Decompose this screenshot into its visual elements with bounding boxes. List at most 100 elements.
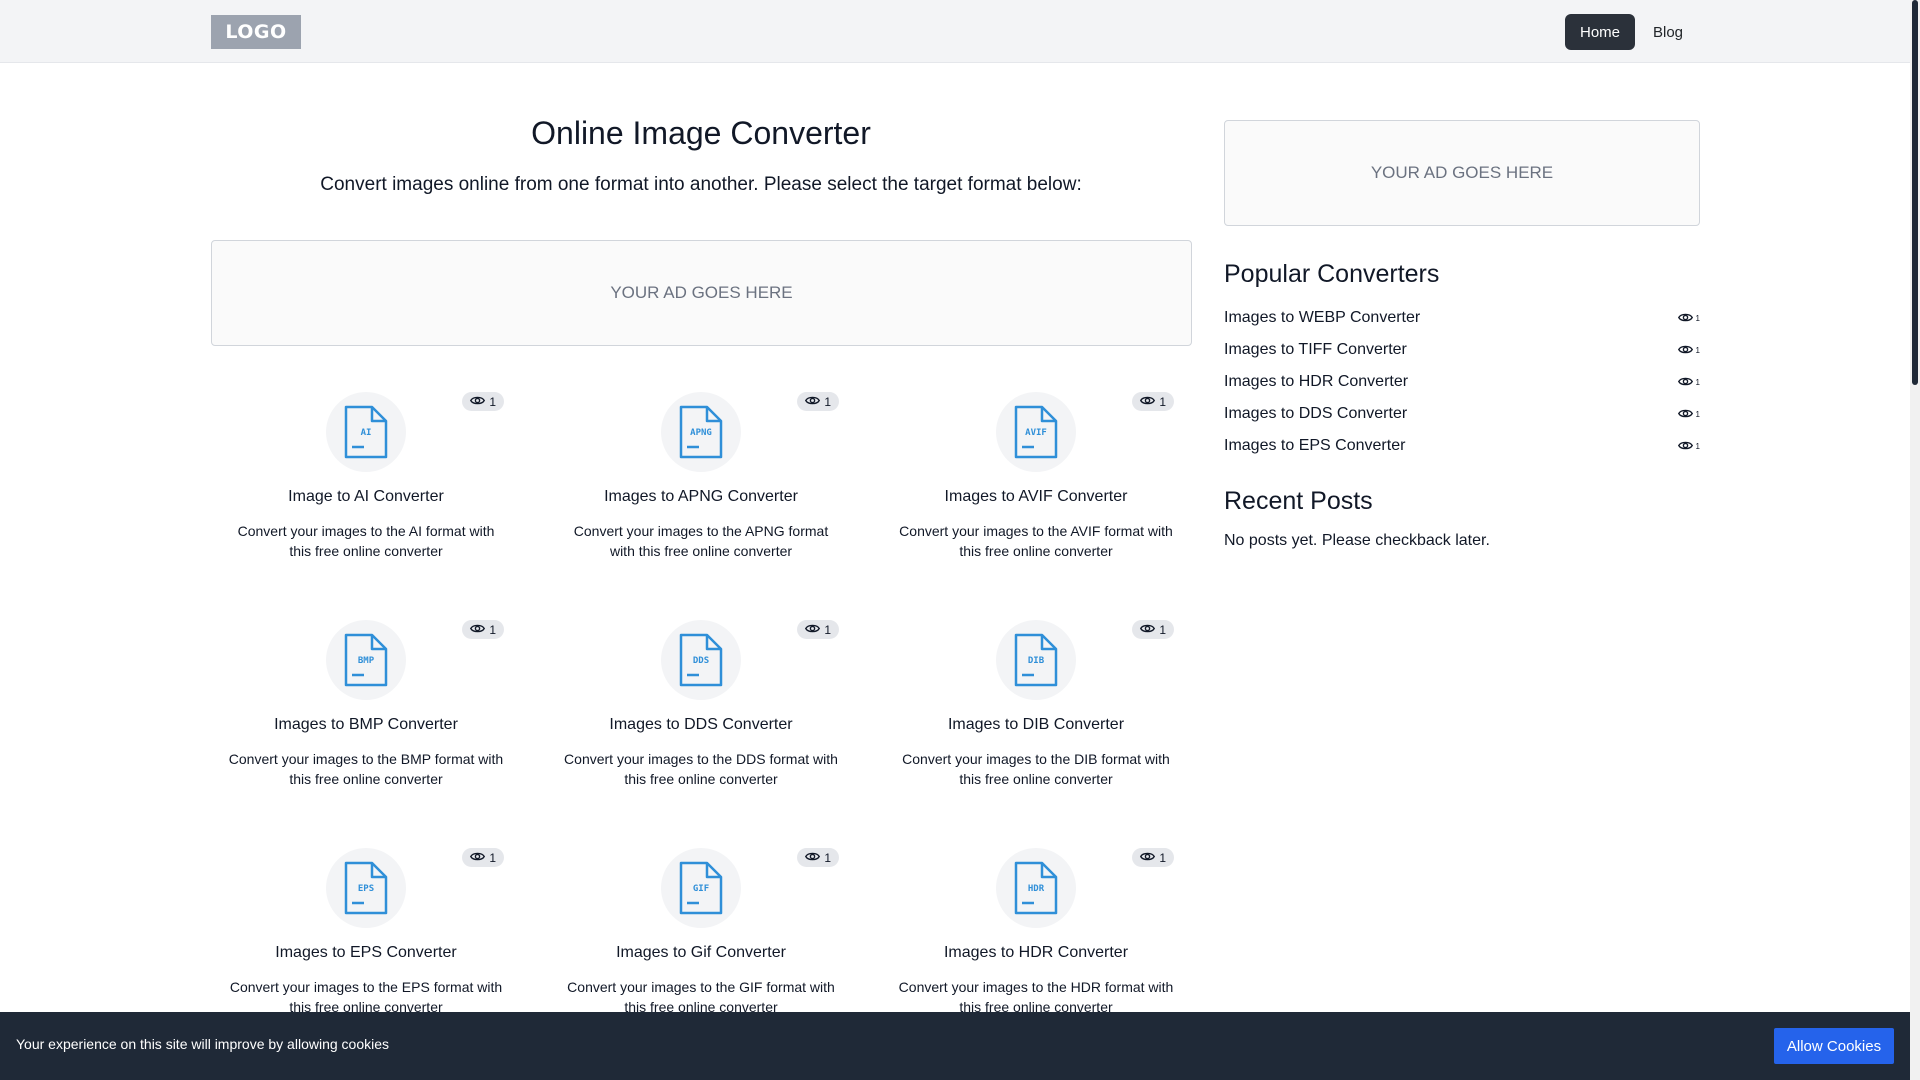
converter-title[interactable]: Images to DIB Converter	[876, 716, 1196, 734]
ad-banner-sidebar[interactable]: YOUR AD GOES HERE	[1224, 120, 1700, 226]
view-count-badge: 1	[1132, 392, 1174, 411]
converter-card[interactable]: 1 DDS Images to DDS Converter Convert your …	[541, 614, 861, 814]
view-count: 1	[1695, 345, 1700, 355]
view-count: 1	[1159, 850, 1166, 865]
view-count: 1	[1159, 622, 1166, 637]
page-scrollbar-thumb[interactable]	[1912, 0, 1918, 385]
eye-icon	[470, 851, 486, 865]
cookie-message: Your experience on this site will improv…	[16, 1036, 390, 1052]
converter-description: Convert your images to the HDR format wi…	[898, 979, 1174, 1015]
popular-converter-item[interactable]: Images to EPS Converter 1	[1224, 430, 1700, 462]
site-logo[interactable]: LOGO	[211, 15, 301, 49]
view-count-badge: 1	[462, 392, 504, 411]
file-format-icon: BMP	[326, 620, 406, 700]
nav-home-button[interactable]: Home	[1565, 14, 1635, 50]
svg-text:BMP: BMP	[358, 656, 375, 666]
converter-title[interactable]: Images to APNG Converter	[541, 488, 861, 506]
file-format-icon: HDR	[996, 848, 1076, 928]
page-title: Online Image Converter	[531, 115, 871, 151]
popular-converter-item[interactable]: Images to DDS Converter 1	[1224, 398, 1700, 430]
converter-title[interactable]: Images to DDS Converter	[541, 716, 861, 734]
ad-banner-main[interactable]: YOUR AD GOES HERE	[211, 240, 1192, 346]
view-count: 1	[1695, 409, 1700, 419]
popular-converter-item[interactable]: Images to TIFF Converter 1	[1224, 334, 1700, 366]
eye-icon	[805, 623, 821, 637]
svg-text:AI: AI	[361, 428, 372, 438]
nav-blog-link[interactable]: Blog	[1640, 14, 1696, 50]
view-count: 1	[1695, 441, 1700, 451]
converter-description: Convert your images to the GIF format wi…	[567, 979, 835, 1015]
converter-description: Convert your images to the DIB format wi…	[902, 751, 1170, 787]
converter-card[interactable]: 1 AVIF Images to AVIF Converter Convert you…	[876, 386, 1196, 586]
converter-title[interactable]: Images to HDR Converter	[876, 944, 1196, 962]
converter-title[interactable]: Images to Gif Converter	[541, 944, 861, 962]
converter-description: Convert your images to the AVIF format w…	[899, 523, 1173, 559]
cookie-consent-bar: Your experience on this site will improv…	[0, 1012, 1910, 1080]
popular-converter-item[interactable]: Images to HDR Converter 1	[1224, 366, 1700, 398]
top-navbar: LOGO Home Blog	[0, 0, 1910, 63]
view-count: 1	[489, 622, 496, 637]
view-count: 1	[1159, 394, 1166, 409]
eye-icon	[1677, 408, 1693, 421]
eye-icon	[1140, 395, 1156, 409]
converter-title[interactable]: Images to BMP Converter	[206, 716, 526, 734]
view-count: 1	[824, 394, 831, 409]
svg-text:EPS: EPS	[358, 884, 374, 894]
popular-converters-list: Images to WEBP Converter 1 Images to TIFF …	[1224, 302, 1700, 462]
converter-title[interactable]: Images to AVIF Converter	[876, 488, 1196, 506]
eye-icon	[1140, 623, 1156, 637]
view-count: 1	[1695, 377, 1700, 387]
file-format-icon: DDS	[661, 620, 741, 700]
eye-icon	[1677, 312, 1693, 325]
popular-view-count: 1	[1677, 440, 1700, 453]
converter-description: Convert your images to the AI format wit…	[237, 523, 495, 559]
converter-description: Convert your images to the DDS format wi…	[564, 751, 838, 787]
view-count-badge: 1	[462, 620, 504, 639]
popular-converter-item[interactable]: Images to WEBP Converter 1	[1224, 302, 1700, 334]
page-subtitle: Convert images online from one format in…	[320, 174, 1082, 195]
eye-icon	[470, 623, 486, 637]
svg-text:GIF: GIF	[693, 884, 709, 894]
converter-card[interactable]: 1 AI Image to AI Converter Convert your ima…	[206, 386, 526, 586]
view-count-badge: 1	[1132, 620, 1174, 639]
svg-text:HDR: HDR	[1028, 884, 1045, 894]
svg-text:AVIF: AVIF	[1025, 428, 1047, 438]
popular-converters-heading: Popular Converters	[1224, 260, 1440, 288]
view-count-badge: 1	[1132, 848, 1174, 867]
allow-cookies-button[interactable]: Allow Cookies	[1774, 1028, 1894, 1064]
view-count: 1	[1695, 313, 1700, 323]
popular-converter-link[interactable]: Images to DDS Converter	[1224, 405, 1407, 423]
eye-icon	[1677, 344, 1693, 357]
converter-description: Convert your images to the EPS format wi…	[229, 979, 503, 1015]
converter-card[interactable]: 1 BMP Images to BMP Converter Convert your …	[206, 614, 526, 814]
popular-converter-link[interactable]: Images to EPS Converter	[1224, 437, 1405, 455]
view-count-badge: 1	[797, 848, 839, 867]
recent-posts-empty-text: No posts yet. Please checkback later.	[1224, 532, 1490, 549]
view-count-badge: 1	[462, 848, 504, 867]
popular-converter-link[interactable]: Images to TIFF Converter	[1224, 341, 1407, 359]
svg-text:APNG: APNG	[690, 428, 712, 438]
file-format-icon: APNG	[661, 392, 741, 472]
file-format-icon: AVIF	[996, 392, 1076, 472]
converter-card[interactable]: 1 DIB Images to DIB Converter Convert your …	[876, 614, 1196, 814]
svg-text:DDS: DDS	[693, 656, 709, 666]
popular-converter-link[interactable]: Images to HDR Converter	[1224, 373, 1408, 391]
eye-icon	[470, 395, 486, 409]
converter-title[interactable]: Image to AI Converter	[206, 488, 526, 506]
converter-title[interactable]: Images to EPS Converter	[206, 944, 526, 962]
file-format-icon: DIB	[996, 620, 1076, 700]
popular-converter-link[interactable]: Images to WEBP Converter	[1224, 309, 1420, 327]
view-count-badge: 1	[797, 392, 839, 411]
view-count-badge: 1	[797, 620, 839, 639]
popular-view-count: 1	[1677, 408, 1700, 421]
eye-icon	[1677, 376, 1693, 389]
view-count: 1	[489, 394, 496, 409]
file-format-icon: AI	[326, 392, 406, 472]
converter-card[interactable]: 1 APNG Images to APNG Converter Convert you…	[541, 386, 861, 586]
eye-icon	[805, 395, 821, 409]
converter-description: Convert your images to the BMP format wi…	[228, 751, 504, 787]
popular-view-count: 1	[1677, 376, 1700, 389]
eye-icon	[805, 851, 821, 865]
file-format-icon: EPS	[326, 848, 406, 928]
popular-view-count: 1	[1677, 312, 1700, 325]
